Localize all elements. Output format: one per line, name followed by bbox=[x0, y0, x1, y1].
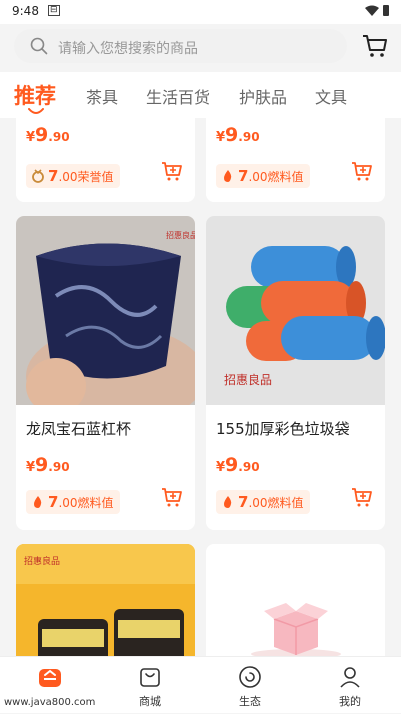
add-to-cart-icon[interactable] bbox=[351, 160, 373, 182]
category-tabs: 推荐 茶具 生活百货 护肤品 文具 bbox=[0, 72, 401, 118]
wifi-icon bbox=[365, 5, 379, 16]
product-price: ¥9.90 bbox=[26, 454, 70, 476]
shopping-bag-icon bbox=[140, 668, 160, 687]
empty-box-icon bbox=[251, 603, 341, 656]
brand-logo: 招惠良品 bbox=[24, 555, 60, 567]
search-icon bbox=[30, 37, 48, 55]
nav-ecology[interactable]: 生态 bbox=[200, 657, 300, 714]
product-card[interactable]: 招惠良品 155加厚彩色垃圾袋 ¥9.90 7.00燃料值 bbox=[206, 216, 385, 530]
battery-icon bbox=[383, 5, 389, 16]
add-to-cart-icon[interactable] bbox=[351, 486, 373, 508]
nav-mall[interactable]: 商城 bbox=[100, 657, 200, 714]
sim-icon: ⊟ bbox=[48, 5, 60, 16]
product-card[interactable]: ¥9.90 7.00燃料值 bbox=[206, 118, 385, 202]
product-card[interactable] bbox=[206, 544, 385, 656]
status-bar: 9:48 ⊟ bbox=[0, 0, 401, 24]
search-placeholder: 请输入您想搜索的商品 bbox=[58, 41, 198, 57]
nav-label: 我的 bbox=[339, 695, 361, 708]
medal-icon bbox=[32, 169, 44, 183]
product-price: ¥9.90 bbox=[216, 454, 260, 476]
fuel-badge: 7.00燃料值 bbox=[216, 164, 310, 188]
trash-bags-image: 招惠良品 bbox=[206, 216, 385, 405]
tab-recommend[interactable]: 推荐 bbox=[14, 80, 56, 110]
nav-label: 商城 bbox=[139, 695, 161, 708]
product-price: ¥9.90 bbox=[216, 124, 260, 146]
product-image[interactable]: 招惠良品 bbox=[16, 544, 195, 656]
product-title: 155加厚彩色垃圾袋 bbox=[216, 420, 350, 438]
tab-tea-set[interactable]: 茶具 bbox=[86, 84, 118, 108]
cup-image: 招惠良品 bbox=[16, 216, 195, 405]
add-to-cart-icon[interactable] bbox=[161, 160, 183, 182]
add-to-cart-icon[interactable] bbox=[161, 486, 183, 508]
flame-icon bbox=[34, 496, 42, 508]
search-input[interactable]: 请输入您想搜索的商品 bbox=[14, 29, 347, 63]
product-image[interactable]: 招惠良品 bbox=[206, 216, 385, 405]
fuel-badge: 7.00燃料值 bbox=[216, 490, 310, 514]
fuel-badge: 7.00燃料值 bbox=[26, 490, 120, 514]
cart-icon[interactable] bbox=[362, 34, 388, 58]
honor-badge: 7.00荣誉值 bbox=[26, 164, 120, 188]
product-card[interactable]: ¥9.90 7.00荣誉值 bbox=[16, 118, 195, 202]
status-time: 9:48 bbox=[12, 4, 39, 18]
product-title: 龙凤宝石蓝杠杯 bbox=[26, 420, 132, 438]
watermark-text: www.java800.com bbox=[4, 697, 96, 708]
product-card[interactable]: 招惠良品 龙凤宝石蓝杠杯 ¥9.90 7.00燃料值 bbox=[16, 216, 195, 530]
flame-icon bbox=[224, 496, 232, 508]
product-grid: ¥9.90 7.00荣誉值 ¥9.90 7.00燃料值 招惠良品 龙凤宝石蓝杠杯… bbox=[0, 118, 401, 656]
tab-daily-goods[interactable]: 生活百货 bbox=[146, 84, 210, 108]
active-tab-indicator bbox=[28, 108, 44, 114]
product-image[interactable]: 招惠良品 bbox=[16, 216, 195, 405]
product-card[interactable]: 招惠良品 bbox=[16, 544, 195, 656]
tab-skincare[interactable]: 护肤品 bbox=[239, 84, 287, 108]
tab-stationery[interactable]: 文具 bbox=[315, 84, 347, 108]
nav-profile[interactable]: 我的 bbox=[300, 657, 400, 714]
nav-label: 生态 bbox=[239, 695, 261, 708]
brand-logo: 招惠良品 bbox=[166, 230, 195, 240]
user-icon bbox=[340, 667, 360, 688]
jar-image: 招惠良品 bbox=[16, 544, 195, 656]
flame-icon bbox=[224, 170, 232, 182]
product-price: ¥9.90 bbox=[26, 124, 70, 146]
home-icon bbox=[39, 669, 61, 687]
ecology-icon bbox=[239, 666, 261, 688]
brand-logo: 招惠良品 bbox=[224, 372, 272, 387]
